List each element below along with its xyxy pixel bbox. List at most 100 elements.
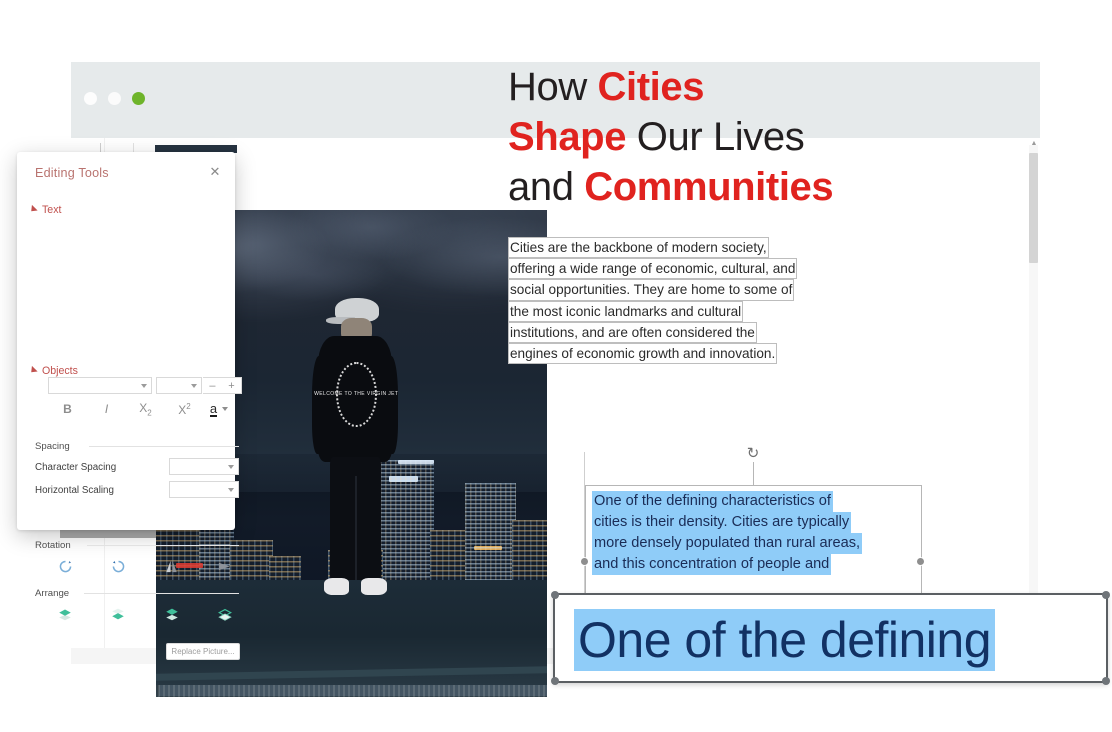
flip-vertical-icon[interactable] <box>155 556 189 576</box>
callout-handle-top-left[interactable] <box>551 591 559 599</box>
resize-handle-left[interactable] <box>580 557 589 566</box>
rotate-handle-icon[interactable]: ↻ <box>745 446 761 462</box>
paragraph-one[interactable]: Cities are the backbone of modern societ… <box>508 237 848 365</box>
headline-accent-run: Cities <box>597 65 705 109</box>
headline-accent-run: Communities <box>584 165 834 209</box>
divider <box>84 593 239 594</box>
headline-run: How <box>508 65 598 109</box>
font-color-button[interactable]: a <box>204 400 234 418</box>
selected-line-wrap: cities is their density. Cities are typi… <box>592 512 915 533</box>
selected-line: cities is their density. Cities are typi… <box>592 512 852 533</box>
font-color-label: a <box>209 401 218 417</box>
increase-font-button[interactable]: + <box>228 380 234 392</box>
close-icon[interactable]: ✕ <box>207 164 223 180</box>
bold-button[interactable]: B <box>48 402 87 416</box>
bring-to-front-icon[interactable] <box>48 604 82 624</box>
minimize-dot[interactable] <box>84 92 97 105</box>
roof-grit <box>156 685 547 697</box>
billboard <box>474 545 503 550</box>
rotation-button-row <box>48 556 242 576</box>
divider <box>89 446 239 447</box>
label-character-spacing: Character Spacing <box>35 462 117 473</box>
section-label-objects: Objects <box>42 365 78 377</box>
paragraph-line-wrap: Cities are the backbone of modern societ… <box>508 237 848 259</box>
callout-handle-bottom-right[interactable] <box>1102 677 1110 685</box>
horizontal-scaling-select[interactable] <box>169 481 239 498</box>
left-shoe <box>323 578 350 596</box>
right-arm <box>381 355 399 455</box>
roof-edge <box>156 665 547 682</box>
font-size-select[interactable] <box>156 377 202 394</box>
group-label-rotation: Rotation <box>35 540 71 551</box>
zoom-callout-box[interactable]: One of the defining <box>551 591 1110 685</box>
paragraph-line: social opportunities. They are home to s… <box>508 279 795 301</box>
rotate-handle-stem <box>753 462 754 486</box>
headline-line: How Cities <box>508 62 908 112</box>
ruler-tick <box>100 143 101 152</box>
selected-text-content: One of the defining characteristics of ci… <box>586 486 921 575</box>
zoom-callout-text: One of the defining <box>574 609 996 671</box>
replace-picture-label: Replace Picture... <box>171 647 235 656</box>
section-header-text[interactable]: Text <box>28 204 61 216</box>
paragraph-line: offering a wide range of economic, cultu… <box>508 258 798 280</box>
chevron-collapse-icon <box>28 365 38 376</box>
font-name-select[interactable] <box>48 377 152 394</box>
paragraph-line: engines of economic growth and innovatio… <box>508 343 778 365</box>
screenshot-root: WELCOME TO THE VIRGIN JET How Cities Shap… <box>0 0 1112 732</box>
chevron-down-icon <box>141 384 147 388</box>
paragraph-line-wrap: the most iconic landmarks and cultural <box>508 300 848 322</box>
headline-line: Shape Our Lives <box>508 112 908 162</box>
ruler-tick <box>133 143 134 152</box>
selected-text-box[interactable]: One of the defining characteristics of ci… <box>585 485 922 597</box>
send-backward-icon[interactable] <box>208 604 242 624</box>
superscript-button[interactable]: X2 <box>165 402 204 417</box>
leg-gap <box>354 475 357 580</box>
vertical-scroll-thumb[interactable] <box>1029 153 1038 263</box>
callout-handle-bottom-left[interactable] <box>551 677 559 685</box>
replace-picture-button[interactable]: Replace Picture... <box>166 643 240 660</box>
paragraph-line-wrap: offering a wide range of economic, cultu… <box>508 258 848 280</box>
paragraph-line-wrap: engines of economic growth and innovatio… <box>508 343 848 365</box>
decrease-font-button[interactable]: – <box>209 380 215 392</box>
selected-line: more densely populated than rural areas, <box>592 533 863 554</box>
send-to-back-icon[interactable] <box>101 604 135 624</box>
right-shoe <box>361 578 388 596</box>
flip-horizontal-icon[interactable] <box>208 556 242 576</box>
rotate-left-icon[interactable] <box>101 556 135 576</box>
text-format-row: B I X2 X2 a <box>48 400 242 418</box>
resize-handle-right[interactable] <box>916 557 925 566</box>
paragraph-line: institutions, and are often considered t… <box>508 321 757 344</box>
selected-line-wrap: and this concentration of people and <box>592 554 915 575</box>
chevron-down-icon <box>222 407 229 411</box>
subscript-button[interactable]: X2 <box>126 401 165 417</box>
arrange-button-row <box>48 604 242 624</box>
paragraph-line-wrap: institutions, and are often considered t… <box>508 321 848 344</box>
vertical-scrollbar[interactable] <box>1029 145 1038 663</box>
section-header-objects[interactable]: Objects <box>28 365 78 377</box>
group-label-arrange: Arrange <box>35 588 70 599</box>
traffic-light-group <box>84 92 145 105</box>
maximize-dot[interactable] <box>108 92 121 105</box>
document-text-column: How Cities Shape Our Lives and Communities… <box>508 62 908 365</box>
chevron-down-icon <box>191 384 197 388</box>
paragraph-line-wrap: social opportunities. They are home to s… <box>508 279 848 301</box>
headline-line: and Communities <box>508 162 908 212</box>
editing-tools-panel: Editing Tools ✕ Text – + B I X2 X2 a Spa… <box>17 152 242 660</box>
group-label-spacing: Spacing <box>35 441 70 452</box>
selected-line: One of the defining characteristics of <box>592 491 833 512</box>
person-figure: WELCOME TO THE VIRGIN JET <box>312 297 399 605</box>
label-horizontal-scaling: Horizontal Scaling <box>35 485 114 496</box>
paragraph-line: the most iconic landmarks and cultural <box>508 300 744 322</box>
italic-button[interactable]: I <box>87 402 126 416</box>
billboard <box>398 460 434 465</box>
selected-line-wrap: One of the defining characteristics of <box>592 491 915 512</box>
font-size-stepper[interactable]: – + <box>203 377 242 394</box>
page-title[interactable]: How Cities Shape Our Lives and Communities <box>508 62 908 212</box>
chevron-down-icon <box>228 465 234 469</box>
callout-handle-top-right[interactable] <box>1102 591 1110 599</box>
character-spacing-select[interactable] <box>169 458 239 475</box>
rotate-right-icon[interactable] <box>48 556 82 576</box>
close-dot[interactable] <box>132 92 145 105</box>
headline-accent-run: Shape <box>508 115 627 159</box>
bring-forward-icon[interactable] <box>155 604 189 624</box>
